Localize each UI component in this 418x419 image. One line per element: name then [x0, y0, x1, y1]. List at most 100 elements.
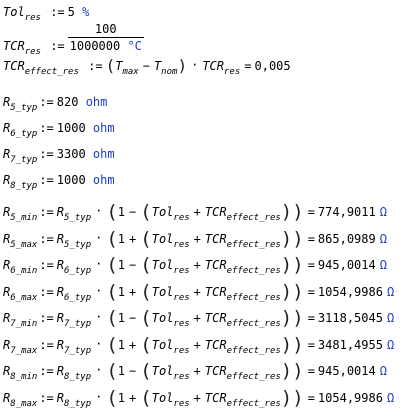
- assign-operator: :=: [39, 258, 54, 272]
- limit-ref-name: R: [56, 285, 65, 299]
- outer-open-paren: (: [106, 228, 118, 250]
- limit-tcr-name: TCR: [204, 285, 227, 299]
- limit-operator: −: [129, 364, 137, 378]
- tcr-effect-definition[interactable]: TCReffect_res := (Tmax − Tnom) · TCRres = 0,005: [3, 58, 291, 78]
- limit-tol-subscript: res: [173, 372, 190, 382]
- limit-ref-name: R: [56, 391, 65, 405]
- resistor-subscript: 5_typ: [10, 103, 38, 113]
- limit-ref-subscript: 5_typ: [64, 213, 92, 223]
- limit-one: 1: [117, 205, 126, 219]
- inner-close-paren: ): [280, 281, 293, 303]
- limit-tol-subscript: res: [173, 213, 190, 223]
- tol-unit: %: [82, 5, 90, 19]
- limit-tol-name: Tol: [151, 285, 174, 299]
- assign-operator: :=: [39, 232, 54, 246]
- limit-ref-subscript: 5_typ: [64, 240, 92, 250]
- limit-result: 945,0014: [317, 364, 376, 378]
- inner-open-paren: (: [140, 281, 152, 303]
- equals-operator: =: [244, 59, 252, 73]
- resistor-limit-equation[interactable]: R8_min:= R8_typ · (1− (Tolres + TCReffect_res)…: [3, 360, 387, 383]
- limit-result: 865,0989: [317, 232, 376, 246]
- ohm-unit: Ω: [386, 285, 395, 299]
- outer-open-paren: (: [106, 201, 118, 223]
- tcr-effect-name: TCR: [3, 59, 25, 73]
- inner-close-paren: ): [280, 360, 293, 382]
- limit-ref-subscript: 7_typ: [64, 346, 92, 356]
- plus-operator: +: [193, 205, 201, 219]
- equals-operator: =: [307, 205, 315, 219]
- resistor-limit-equation[interactable]: R6_min:= R6_typ · (1− (Tolres + TCReffect_res)…: [3, 254, 387, 277]
- resistor-limit-equation[interactable]: R7_min:= R7_typ · (1− (Tolres + TCReffect_res)…: [3, 307, 395, 330]
- inner-close-paren: ): [280, 307, 293, 329]
- resistor-unit: ohm: [85, 95, 108, 109]
- outer-close-paren: ): [292, 360, 304, 382]
- limit-operator: −: [129, 311, 137, 325]
- limit-result: 945,0014: [317, 258, 376, 272]
- tcr-unit: °C: [127, 39, 142, 53]
- limit-tcr-name: TCR: [204, 391, 227, 405]
- assign-operator: :=: [50, 39, 65, 53]
- limit-tcr-name: TCR: [204, 205, 227, 219]
- tol-definition[interactable]: Tolres := 5 %: [3, 5, 90, 23]
- resistor-typ-definition[interactable]: R6_typ:= 1000 ohm: [3, 121, 115, 139]
- inner-close-paren: ): [280, 228, 293, 250]
- resistor-limit-equation[interactable]: R8_max:= R8_typ · (1 + (Tolres + TCReffect_res)…: [3, 387, 394, 410]
- plus-operator: +: [193, 232, 201, 246]
- limit-operator: −: [129, 205, 137, 219]
- tcr-name: TCR: [3, 39, 25, 53]
- resistor-typ-definition[interactable]: R8_typ:= 1000 ohm: [3, 173, 115, 191]
- resistor-unit: ohm: [92, 147, 115, 161]
- fraction-bar: [67, 37, 144, 38]
- limit-one: 1: [117, 338, 126, 352]
- equals-operator: =: [307, 311, 315, 325]
- multiply-dot: ·: [95, 257, 103, 271]
- equals-operator: =: [307, 338, 315, 352]
- resistor-value: 3300: [56, 147, 86, 161]
- outer-open-paren: (: [106, 360, 118, 382]
- resistor-limit-equation[interactable]: R7_max:= R7_typ · (1 + (Tolres + TCReffect_res)…: [3, 334, 394, 357]
- equals-operator: =: [307, 258, 315, 272]
- outer-close-paren: ): [292, 281, 304, 303]
- tcr-denominator-group: 1000000 °C: [68, 39, 144, 53]
- tcr-subscript: res: [24, 47, 41, 57]
- limit-ref-subscript: 6_typ: [64, 266, 92, 276]
- resistor-typ-definition[interactable]: R5_typ:= 820 ohm: [3, 95, 108, 113]
- limit-operator: +: [129, 338, 137, 352]
- limit-tcr-name: TCR: [204, 232, 227, 246]
- limit-operator: +: [129, 285, 137, 299]
- resistor-value: 820: [56, 95, 79, 109]
- multiply-dot: ·: [95, 204, 103, 218]
- limit-tcr-subscript: effect_res: [226, 293, 281, 303]
- resistor-subscript: 6_typ: [10, 129, 38, 139]
- limit-tol-name: Tol: [151, 205, 174, 219]
- ohm-unit: Ω: [386, 311, 395, 325]
- equals-operator: =: [307, 364, 315, 378]
- limit-operator: −: [129, 258, 137, 272]
- resistor-limit-equation[interactable]: R6_max:= R6_typ · (1 + (Tolres + TCReffect_res)…: [3, 281, 395, 304]
- limit-ref-name: R: [56, 311, 65, 325]
- assign-operator: :=: [39, 311, 54, 325]
- limit-tol-subscript: res: [173, 266, 190, 276]
- multiply-dot: ·: [95, 337, 103, 351]
- limit-ref-name: R: [56, 364, 65, 378]
- resistor-limit-equation[interactable]: R5_max:= R5_typ · (1 + (Tolres + TCReffect_res)…: [3, 228, 387, 251]
- outer-open-paren: (: [106, 281, 118, 303]
- plus-operator: +: [193, 364, 201, 378]
- resistor-typ-definition[interactable]: R7_typ:= 3300 ohm: [3, 147, 115, 165]
- inner-open-paren: (: [140, 334, 152, 356]
- tmax-subscript: max: [122, 67, 139, 77]
- limit-ref-name: R: [56, 205, 65, 219]
- limit-subscript: 7_min: [10, 319, 38, 329]
- resistor-subscript: 7_typ: [10, 155, 38, 165]
- tnom-subscript: nom: [161, 67, 178, 77]
- inner-open-paren: (: [140, 387, 152, 409]
- resistor-value: 1000: [56, 121, 86, 135]
- resistor-limit-equation[interactable]: R5_min:= R5_typ · (1− (Tolres + TCReffect_res)…: [3, 201, 387, 224]
- limit-one: 1: [117, 232, 126, 246]
- inner-open-paren: (: [140, 307, 152, 329]
- assign-operator: :=: [39, 147, 54, 161]
- limit-tol-name: Tol: [151, 311, 174, 325]
- tcr-definition[interactable]: TCRres := 100 1000000 °C: [3, 20, 144, 57]
- limit-one: 1: [117, 391, 126, 405]
- inner-open-paren: (: [140, 254, 152, 276]
